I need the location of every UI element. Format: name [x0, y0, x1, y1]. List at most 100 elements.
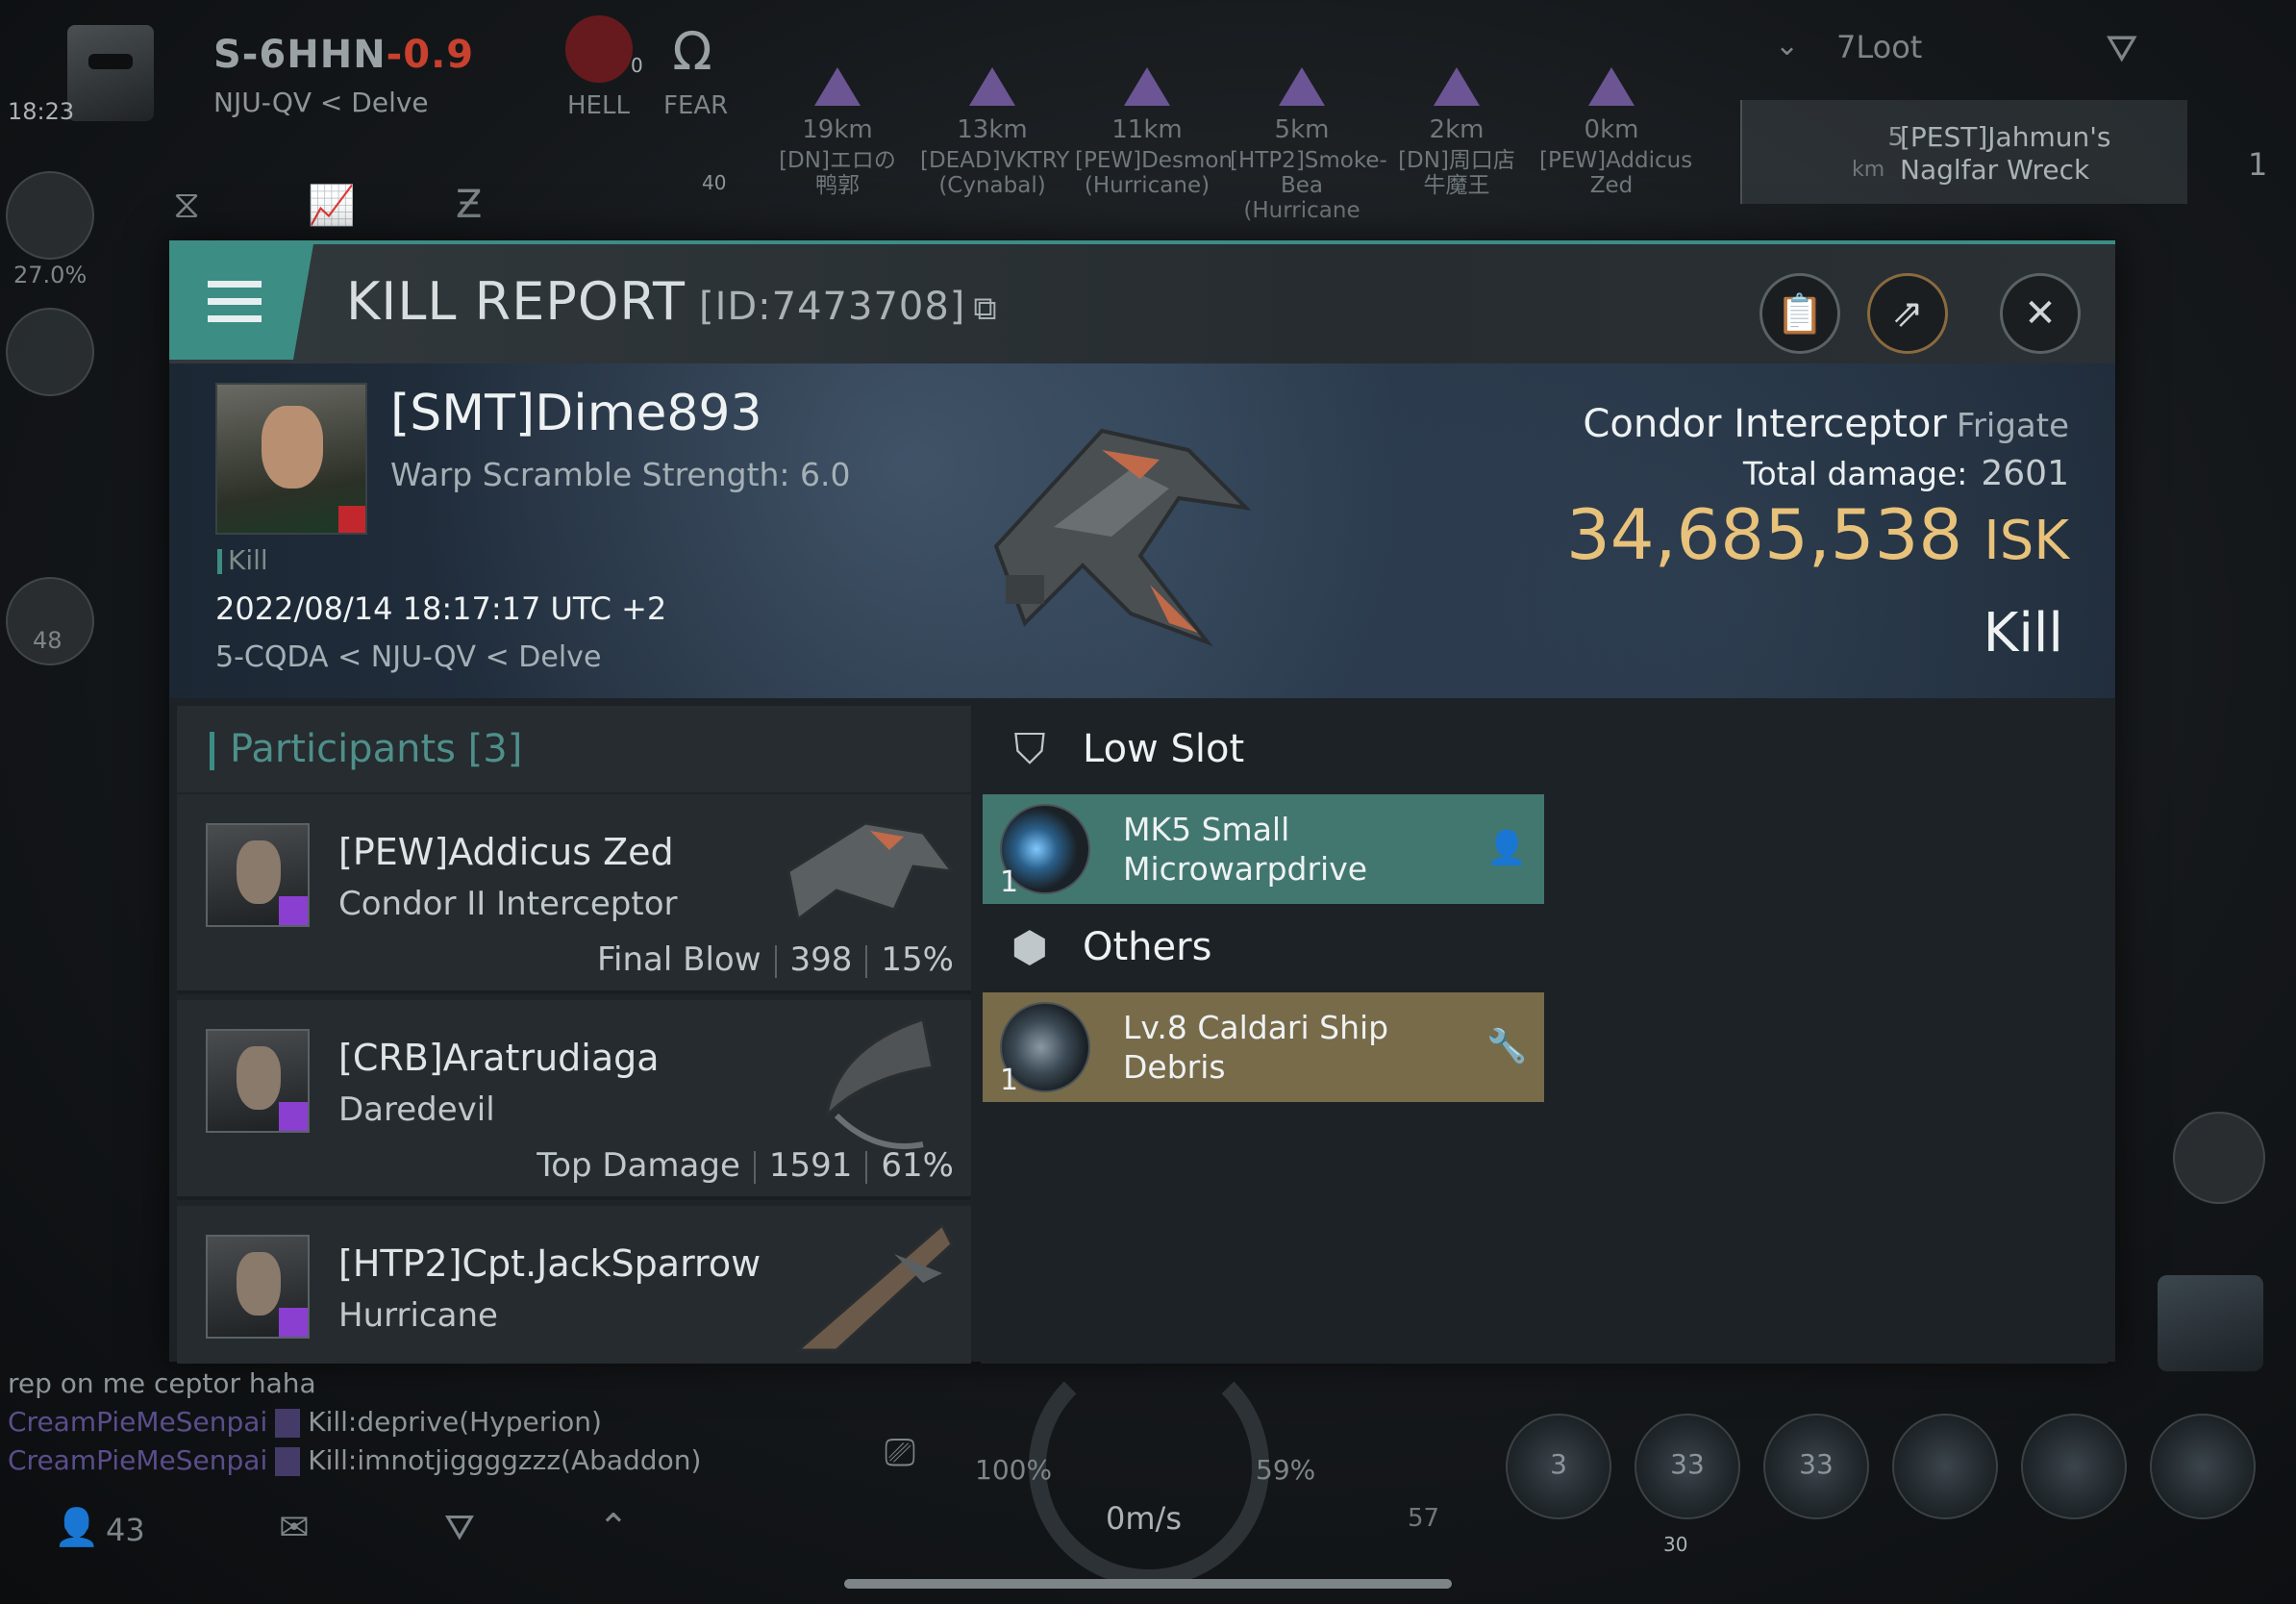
- kill-tag: Kill: [217, 544, 268, 576]
- participant-ship-render: [824, 1017, 935, 1149]
- participant-portrait[interactable]: [206, 823, 310, 927]
- participant-role: Top Damage: [537, 1146, 740, 1185]
- clipboard-button[interactable]: 📋: [1759, 273, 1840, 354]
- kill-location[interactable]: 5-CQDA < NJU-QV < Delve: [215, 640, 601, 674]
- others-title: Others: [1083, 925, 1212, 969]
- participant-portrait[interactable]: [206, 1235, 310, 1339]
- module-slot[interactable]: 33: [1763, 1414, 1869, 1519]
- menu-icon: [208, 281, 262, 288]
- modal-header: KILL REPORT [ID:7473708] ⧉ 📋 ⇗ ✕: [169, 244, 2115, 363]
- participant-row[interactable]: [HTP2]Cpt.JackSparrow Hurricane: [177, 1206, 971, 1364]
- loot-filter-label[interactable]: 7Loot: [1836, 29, 1922, 65]
- participant-damage: 398: [789, 940, 853, 979]
- menu-icon: [208, 315, 262, 322]
- isk-value: 34,685,538 ISK: [1566, 494, 2069, 575]
- module-marker: 30: [1663, 1533, 1688, 1556]
- overview-bracket[interactable]: 11km [PEW]Desmon (Hurricane): [1075, 67, 1233, 198]
- others-header: ⬢ Others: [981, 904, 2108, 990]
- participant-portrait[interactable]: [206, 1029, 310, 1133]
- chat-text: Kill:imnotjiggggzzz(Abaddon): [308, 1444, 702, 1476]
- participant-row[interactable]: [CRB]Aratrudiaga Daredevil Top Damage 159…: [177, 1000, 971, 1200]
- menu-button[interactable]: [169, 244, 313, 360]
- filter-icon[interactable]: ⛛: [444, 1506, 475, 1549]
- copy-icon[interactable]: ⧉: [973, 289, 997, 328]
- system-name-text: S-6HHN: [213, 33, 387, 77]
- item-quantity: 1: [1000, 865, 1019, 899]
- warp-scramble-strength: Warp Scramble Strength: 6.0: [390, 456, 851, 493]
- divider: [774, 944, 777, 978]
- module-count: 33: [1799, 1448, 1834, 1480]
- participant-damage: 1591: [768, 1146, 853, 1185]
- participant-name: [HTP2]Cpt.JackSparrow: [338, 1242, 761, 1285]
- bracket-name: [DN]周口店 牛魔王: [1398, 148, 1515, 198]
- module-slot[interactable]: 3: [1506, 1414, 1611, 1519]
- chat-message[interactable]: rep on me ceptor haha: [8, 1367, 316, 1399]
- kill-datetime: 2022/08/14 18:17:17 UTC +2: [215, 590, 667, 627]
- participant-ship: Hurricane: [338, 1296, 498, 1335]
- chart-icon[interactable]: 📈: [308, 183, 356, 228]
- module-slot[interactable]: [2150, 1414, 2256, 1519]
- overview-bracket[interactable]: 0km [PEW]Addicus Zed: [1539, 67, 1693, 198]
- others-item[interactable]: 1 Lv.8 Caldari Ship Debris 🔧: [983, 992, 1544, 1102]
- overview-bracket[interactable]: 2km [DN]周口店 牛魔王: [1385, 67, 1529, 198]
- chat-message[interactable]: CreamPieMeSenpai Kill:imnotjiggggzzz(Abad…: [8, 1444, 701, 1476]
- corp-badge-icon: [279, 896, 308, 925]
- bracket-distance: 19km: [802, 115, 873, 144]
- hell-corp-icon[interactable]: [565, 15, 633, 83]
- overview-bracket[interactable]: 19km [DN]エロの 鸭郭: [765, 67, 910, 198]
- participant-ship-render: [786, 821, 956, 922]
- chevron-up-icon[interactable]: ⌃: [598, 1506, 629, 1548]
- share-button[interactable]: ⇗: [1867, 273, 1948, 354]
- participant-percent: 61%: [881, 1146, 954, 1185]
- bracket-distance: 0km: [1584, 115, 1639, 144]
- shield-icon: ⛉: [1013, 725, 1046, 774]
- swap-icon[interactable]: [2173, 1112, 2265, 1204]
- members-icon[interactable]: 👤: [54, 1506, 99, 1549]
- wreck-distance: 5: [1887, 123, 1904, 152]
- ship-name: Condor Interceptor: [1583, 402, 1947, 446]
- close-button[interactable]: ✕: [2000, 273, 2081, 354]
- corp-tag-icon: [275, 1447, 301, 1476]
- wreck-count: 1: [2248, 146, 2268, 183]
- system-name[interactable]: S-6HHN-0.9: [213, 33, 474, 77]
- ship-bracket-icon: [1279, 67, 1325, 106]
- participant-row[interactable]: [PEW]Addicus Zed Condor II Interceptor F…: [177, 794, 971, 994]
- chat-message[interactable]: CreamPieMeSenpai Kill:deprive(Hyperion): [8, 1406, 602, 1438]
- chevron-down-icon[interactable]: ⌄: [1775, 29, 1799, 63]
- omega-icon[interactable]: Ω: [663, 21, 721, 82]
- victim-name[interactable]: [SMT]Dime893: [390, 385, 762, 442]
- victim-portrait[interactable]: [215, 383, 367, 535]
- low-slot-item[interactable]: 1 MK5 Small Microwarpdrive 👤: [983, 794, 1544, 904]
- pilot-avatar[interactable]: [67, 25, 154, 121]
- overview-bracket[interactable]: 13km [DEAD]VKTRY (Cynabal): [920, 67, 1069, 198]
- filter-icon[interactable]: ⛛: [2106, 27, 2152, 71]
- chat-text: Kill:deprive(Hyperion): [308, 1406, 602, 1438]
- cargo-icon[interactable]: [6, 171, 94, 260]
- participant-ship: Condor II Interceptor: [338, 885, 678, 923]
- home-indicator[interactable]: [844, 1579, 1452, 1589]
- ship-bracket-icon: [814, 67, 861, 106]
- person-icon[interactable]: 👤: [1486, 829, 1527, 867]
- location-pin-icon[interactable]: [6, 308, 94, 396]
- overview-bracket[interactable]: 5km [HTP2]Smoke-Bea (Hurricane: [1230, 67, 1387, 223]
- bracket-name: [PEW]Addicus Zed: [1539, 148, 1693, 198]
- ship-type[interactable]: Condor Interceptor Frigate: [1583, 402, 2069, 446]
- module-count: 33: [1670, 1448, 1705, 1480]
- participant-name: [CRB]Aratrudiaga: [338, 1037, 660, 1079]
- ship-module-icon[interactable]: [2158, 1275, 2263, 1371]
- system-security: -0.9: [386, 33, 475, 77]
- dna-icon[interactable]: ⧖: [173, 183, 200, 227]
- total-damage-label: Total damage:: [1742, 455, 1968, 492]
- module-slot[interactable]: 33: [1635, 1414, 1740, 1519]
- wrench-icon[interactable]: 🔧: [1486, 1027, 1527, 1065]
- cube-icon: ⬢: [1011, 923, 1049, 972]
- z-icon[interactable]: Ƶ: [456, 183, 482, 227]
- gauge-value: 57: [1408, 1504, 1440, 1533]
- bracket-distance: 2km: [1429, 115, 1485, 144]
- participant-stats: Top Damage 1591 61%: [537, 1146, 954, 1185]
- module-slot[interactable]: [2021, 1414, 2127, 1519]
- camera-icon[interactable]: ⎚: [885, 1431, 948, 1489]
- module-slot[interactable]: [1892, 1414, 1998, 1519]
- mail-icon[interactable]: ✉: [279, 1506, 310, 1548]
- speed-gauge[interactable]: [1029, 1346, 1269, 1587]
